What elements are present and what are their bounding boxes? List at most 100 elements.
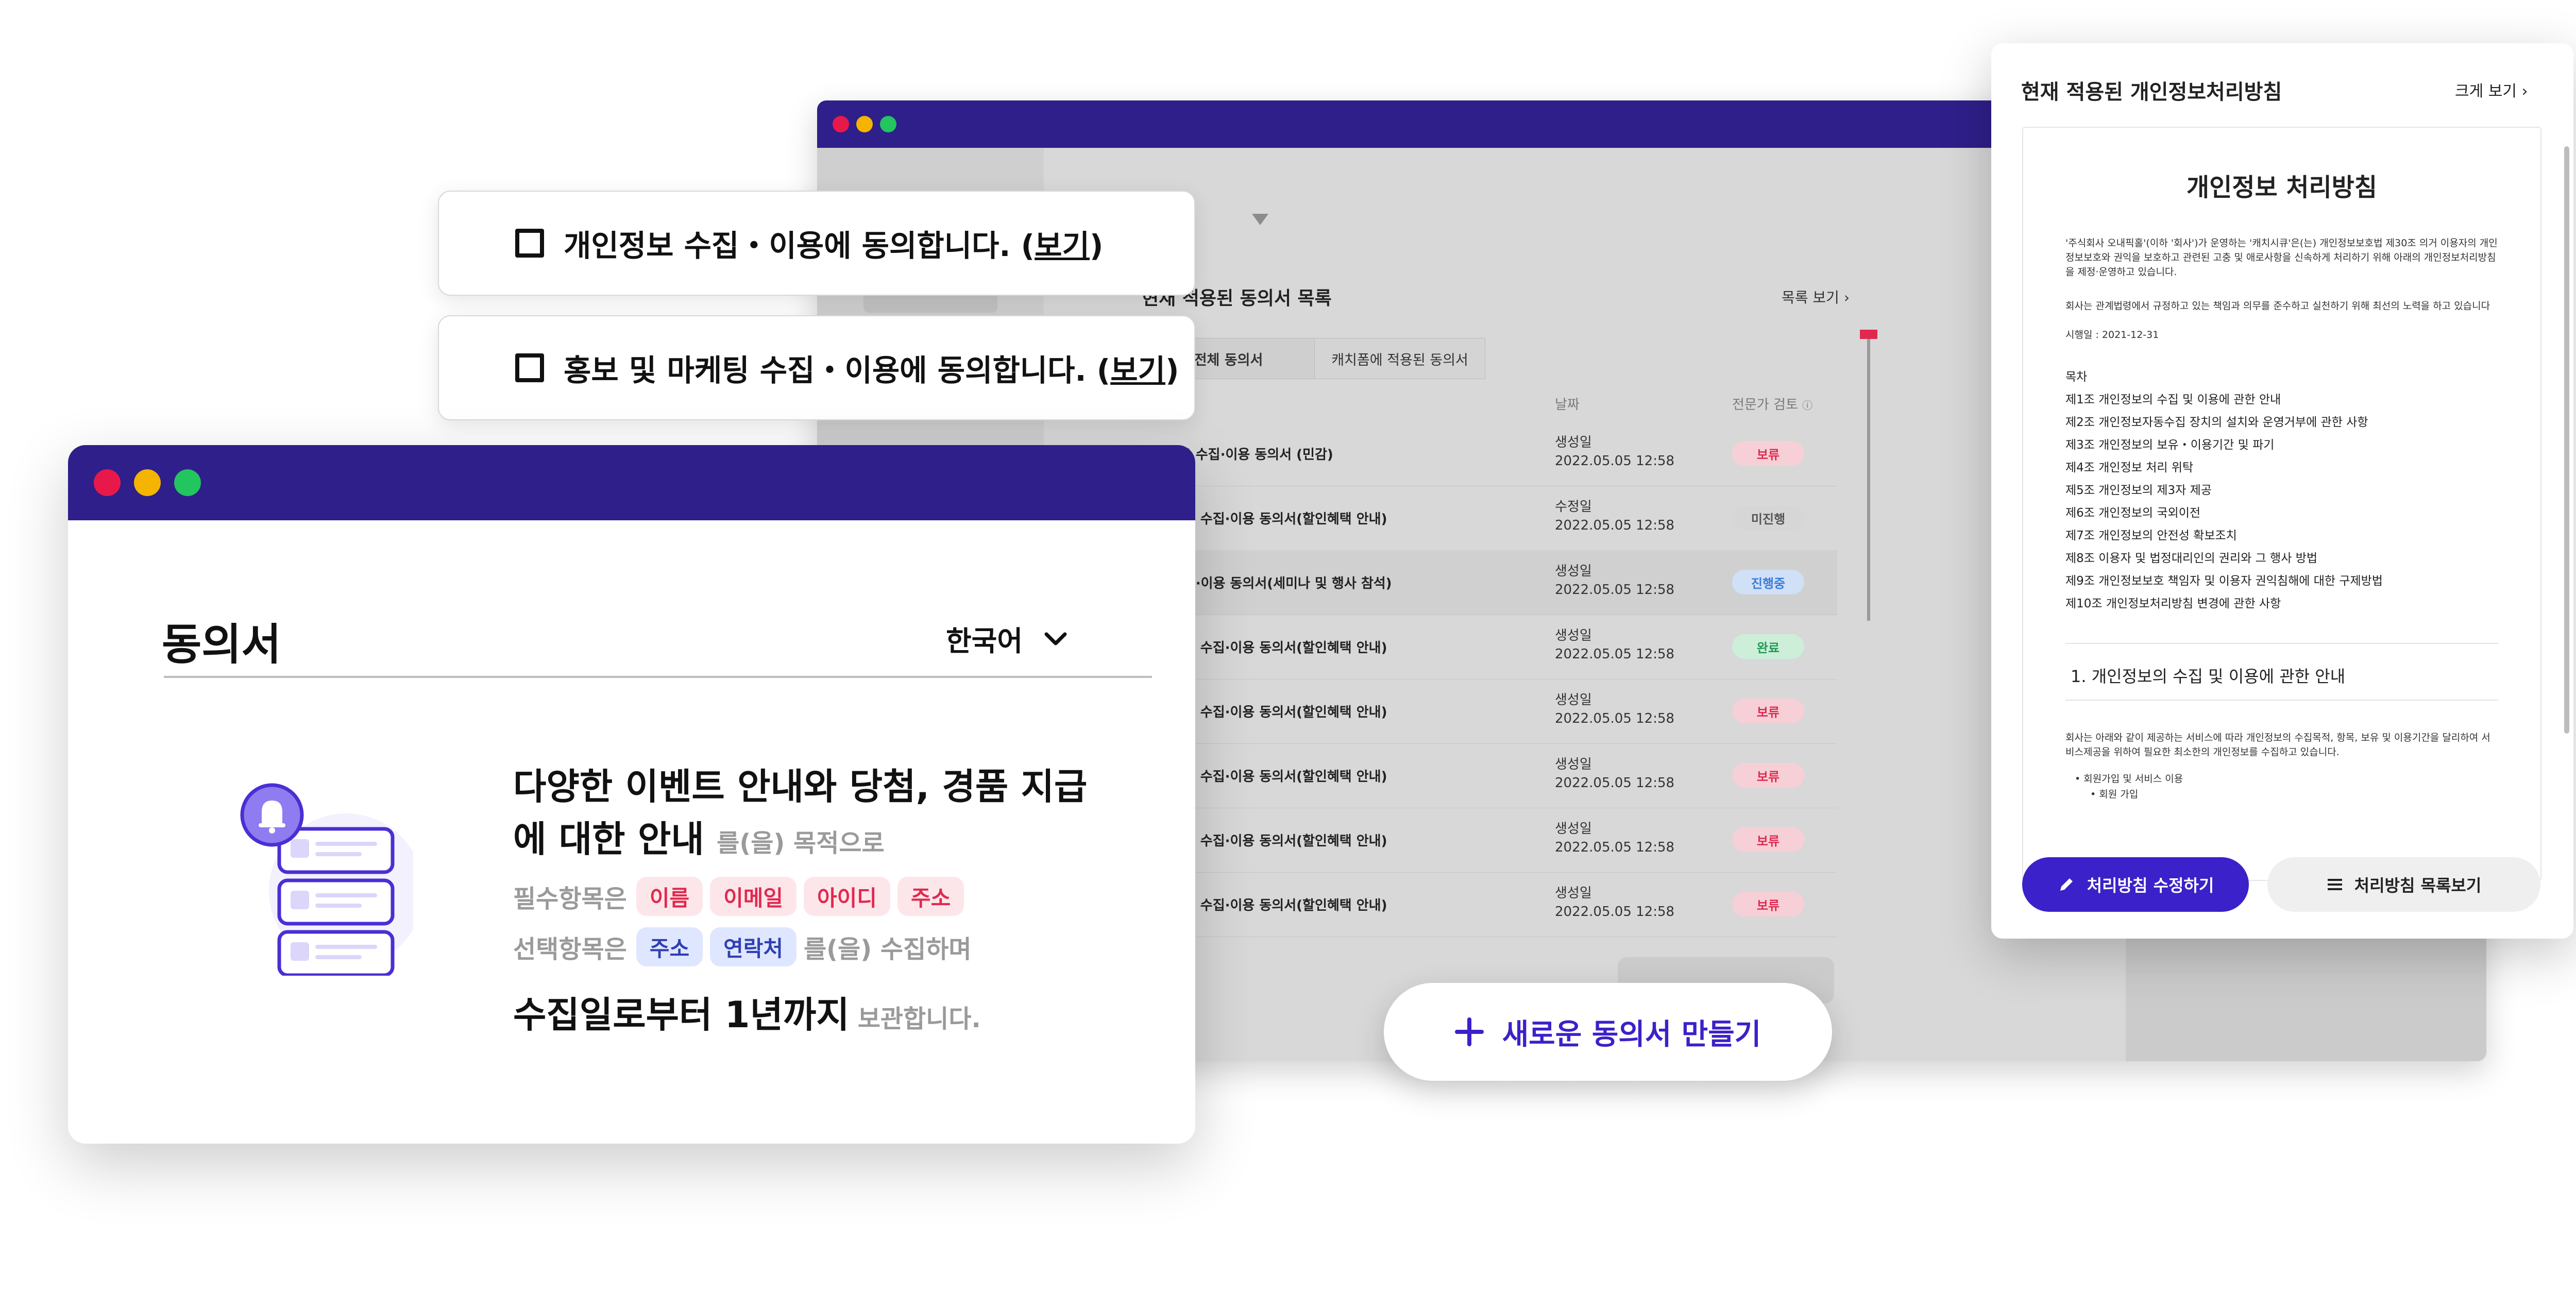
close-dot-icon[interactable]: [94, 469, 121, 496]
column-header-date: 날짜: [1555, 397, 1580, 413]
table-row[interactable]: 및 마케팅 수집·이용 동의서(할인혜택 안내) 생성일 2022.05.05 12…: [1142, 679, 1837, 744]
info-icon[interactable]: ⓘ: [1802, 399, 1812, 412]
toc-item[interactable]: 제3조 개인정보의 보유・이용기간 및 파기: [2065, 434, 2519, 456]
required-chip: 주소: [897, 877, 964, 916]
toc-title: 목차: [2065, 370, 2088, 384]
checkbox[interactable]: [515, 353, 544, 382]
table-row[interactable]: 식별정보 수집·이용 동의서 (민감) 생성일 2022.05.05 12:58 보류: [1142, 421, 1837, 486]
policy-scrollbar[interactable]: [2564, 146, 2569, 734]
row-date: 2022.05.05 12:58: [1555, 904, 1675, 920]
policy-document[interactable]: 개인정보 처리방침 '주식회사 오내픽홀'(이하 '회사')가 운영하는 '캐치…: [2022, 127, 2541, 881]
paren-close: ): [1089, 228, 1104, 263]
minimize-dot-icon[interactable]: [134, 469, 161, 496]
table-row[interactable]: 및 마케팅 수집·이용 동의서(할인혜택 안내) 생성일 2022.05.05 12…: [1142, 872, 1837, 937]
table-row[interactable]: 및 마케팅 수집·이용 동의서(할인혜택 안내) 생성일 2022.05.05 12…: [1142, 615, 1837, 679]
tab-catchform[interactable]: 캐치폼에 적용된 동의서: [1314, 338, 1485, 379]
retention-row: 수집일로부터 1년까지 보관합니다.: [513, 986, 981, 1038]
policy-intro: '주식회사 오내픽홀'(이하 '회사')가 운영하는 '캐치시큐'은(는) 개인…: [2065, 237, 2498, 278]
retention-period: 수집일로부터 1년까지: [513, 994, 850, 1036]
title-divider: [164, 676, 1152, 678]
checkbox[interactable]: [515, 229, 544, 258]
purpose-line-1: 다양한 이벤트 안내와 당첨, 경품 지급: [513, 766, 1088, 808]
new-consent-label: 새로운 동의서 만들기: [1502, 1017, 1761, 1051]
status-badge: 진행중: [1732, 570, 1804, 594]
consent-title: 동의서: [162, 619, 281, 670]
consent-titlebar: [68, 445, 1195, 520]
maximize-dot-icon[interactable]: [174, 469, 201, 496]
close-dot-icon[interactable]: [833, 116, 849, 132]
required-label: 필수항목은: [513, 885, 627, 913]
row-date-type: 생성일: [1555, 564, 1592, 579]
consent-window: 동의서 한국어 다양한 이벤트 안내와 당첨, 경품 지급 에 대한 안내 를(…: [68, 445, 1195, 1144]
row-date: 2022.05.05 12:58: [1555, 840, 1675, 855]
effective-date: 시행일 : 2021-12-31: [2065, 329, 2159, 341]
chevron-right-icon: ›: [1843, 289, 1850, 306]
row-date-type: 생성일: [1555, 757, 1592, 772]
pencil-icon: [2060, 878, 2073, 891]
row-date: 2022.05.05 12:58: [1555, 453, 1675, 469]
toc-item[interactable]: 제7조 개인정보의 안전성 확보조치: [2065, 524, 2519, 547]
status-badge: 보류: [1732, 892, 1804, 916]
policy-doc-title: 개인정보 처리방침: [2187, 173, 2377, 202]
checkbox-label-text: 홍보 및 마케팅 수집・이용에 동의합니다. (: [564, 353, 1111, 388]
table-row[interactable]: 및 마케팅 수집·이용 동의서(할인혜택 안내) 생성일 2022.05.05 12…: [1142, 808, 1837, 873]
marketing-consent-checkbox-card[interactable]: 홍보 및 마케팅 수집・이용에 동의합니다. (보기): [438, 315, 1195, 420]
required-chip: 아이디: [804, 877, 890, 916]
policy-list-button[interactable]: 처리방침 목록보기: [2267, 857, 2540, 912]
required-items-row: 필수항목은 이름 이메일 아이디 주소: [513, 877, 971, 916]
maximize-dot-icon[interactable]: [880, 116, 896, 132]
toc-item[interactable]: 제4조 개인정보 처리 위탁: [2065, 456, 2519, 479]
row-date: 2022.05.05 12:58: [1555, 647, 1675, 662]
optional-items-row: 선택항목은 주소 연락처 를(을) 수집하며: [513, 927, 972, 966]
view-link[interactable]: 보기: [1035, 228, 1090, 263]
chevron-right-icon: ›: [2521, 82, 2528, 100]
privacy-consent-checkbox-card[interactable]: 개인정보 수집・이용에 동의합니다. (보기): [438, 191, 1195, 296]
view-link[interactable]: 보기: [1110, 353, 1165, 388]
section-divider: [2065, 643, 2498, 644]
toc-item[interactable]: 제8조 이용자 및 법정대리인의 권리와 그 행사 방법: [2065, 547, 2519, 570]
toc-item[interactable]: 제2조 개인정보자동수집 장치의 설치와 운영거부에 관한 사항: [2065, 411, 2519, 434]
status-badge: 미진행: [1732, 505, 1804, 530]
table-row[interactable]: 정보 수집·이용 동의서(세미나 및 행사 참석) 생성일 2022.05.05 1…: [1142, 550, 1837, 615]
toc-item[interactable]: 제9조 개인정보보호 책임자 및 이용자 권익침해에 대한 구제방법: [2065, 570, 2519, 592]
plus-icon: [1454, 1017, 1484, 1046]
table-row[interactable]: 및 마케팅 수집·이용 동의서(할인혜택 안내) 수정일 2022.05.05 12…: [1142, 486, 1837, 551]
required-chip: 이메일: [710, 877, 797, 916]
policy-panel-title: 현재 적용된 개인정보처리방침: [2021, 80, 2282, 104]
toc-item[interactable]: 제6조 개인정보의 국외이전: [2065, 502, 2519, 524]
row-date-type: 생성일: [1555, 628, 1592, 643]
table-row[interactable]: 및 마케팅 수집·이용 동의서(할인혜택 안내) 생성일 2022.05.05 12…: [1142, 743, 1837, 808]
required-chip: 이름: [636, 877, 703, 916]
policy-commitment: 회사는 관계법령에서 규정하고 있는 책임과 의무를 준수하고 실천하기 위해 …: [2065, 300, 2490, 312]
optional-chip: 주소: [636, 927, 703, 966]
row-date-type: 생성일: [1555, 435, 1592, 450]
dropdown-caret-icon[interactable]: [1252, 214, 1268, 225]
language-select[interactable]: 한국어: [946, 618, 1068, 659]
view-large-label: 크게 보기: [2455, 82, 2517, 100]
edit-policy-button[interactable]: 처리방침 수정하기: [2022, 857, 2249, 912]
row-date: 2022.05.05 12:58: [1555, 775, 1675, 791]
minimize-dot-icon[interactable]: [856, 116, 873, 132]
policy-list-label: 처리방침 목록보기: [2354, 876, 2482, 895]
status-badge: 완료: [1732, 634, 1804, 659]
view-large-link[interactable]: 크게 보기 ›: [2455, 78, 2528, 101]
optional-chip: 연락처: [710, 927, 797, 966]
toc-item[interactable]: 제5조 개인정보의 제3자 제공: [2065, 479, 2519, 502]
toc-item[interactable]: 제1조 개인정보의 수집 및 이용에 관한 안내: [2065, 388, 2519, 411]
section-text: 회사는 아래와 같이 제공하는 서비스에 따라 개인정보의 수집목적, 항목, …: [2065, 732, 2490, 758]
row-date: 2022.05.05 12:58: [1555, 582, 1675, 598]
toc-item[interactable]: 제10조 개인정보처리방침 변경에 관한 사항: [2065, 592, 2519, 615]
status-badge: 보류: [1732, 763, 1804, 788]
section-title: 1. 개인정보의 수집 및 이용에 관한 안내: [2071, 667, 2346, 686]
list-view-link[interactable]: 목록 보기 ›: [1782, 286, 1850, 307]
row-date-type: 생성일: [1555, 692, 1592, 708]
row-date-type: 생성일: [1555, 886, 1592, 901]
optional-suffix: 를(을) 수집하며: [804, 935, 972, 964]
scrollbar[interactable]: [1867, 332, 1870, 621]
privacy-policy-panel: 현재 적용된 개인정보처리방침 크게 보기 › 개인정보 처리방침 '주식회사 …: [1991, 43, 2573, 939]
notification-list-icon: [240, 783, 413, 976]
status-badge: 보류: [1732, 441, 1804, 466]
new-consent-button[interactable]: 새로운 동의서 만들기: [1384, 983, 1832, 1081]
bullet-subitem-label: 회원 가입: [2099, 789, 2139, 800]
column-header-review: 전문가 검토 ⓘ: [1732, 394, 1812, 413]
